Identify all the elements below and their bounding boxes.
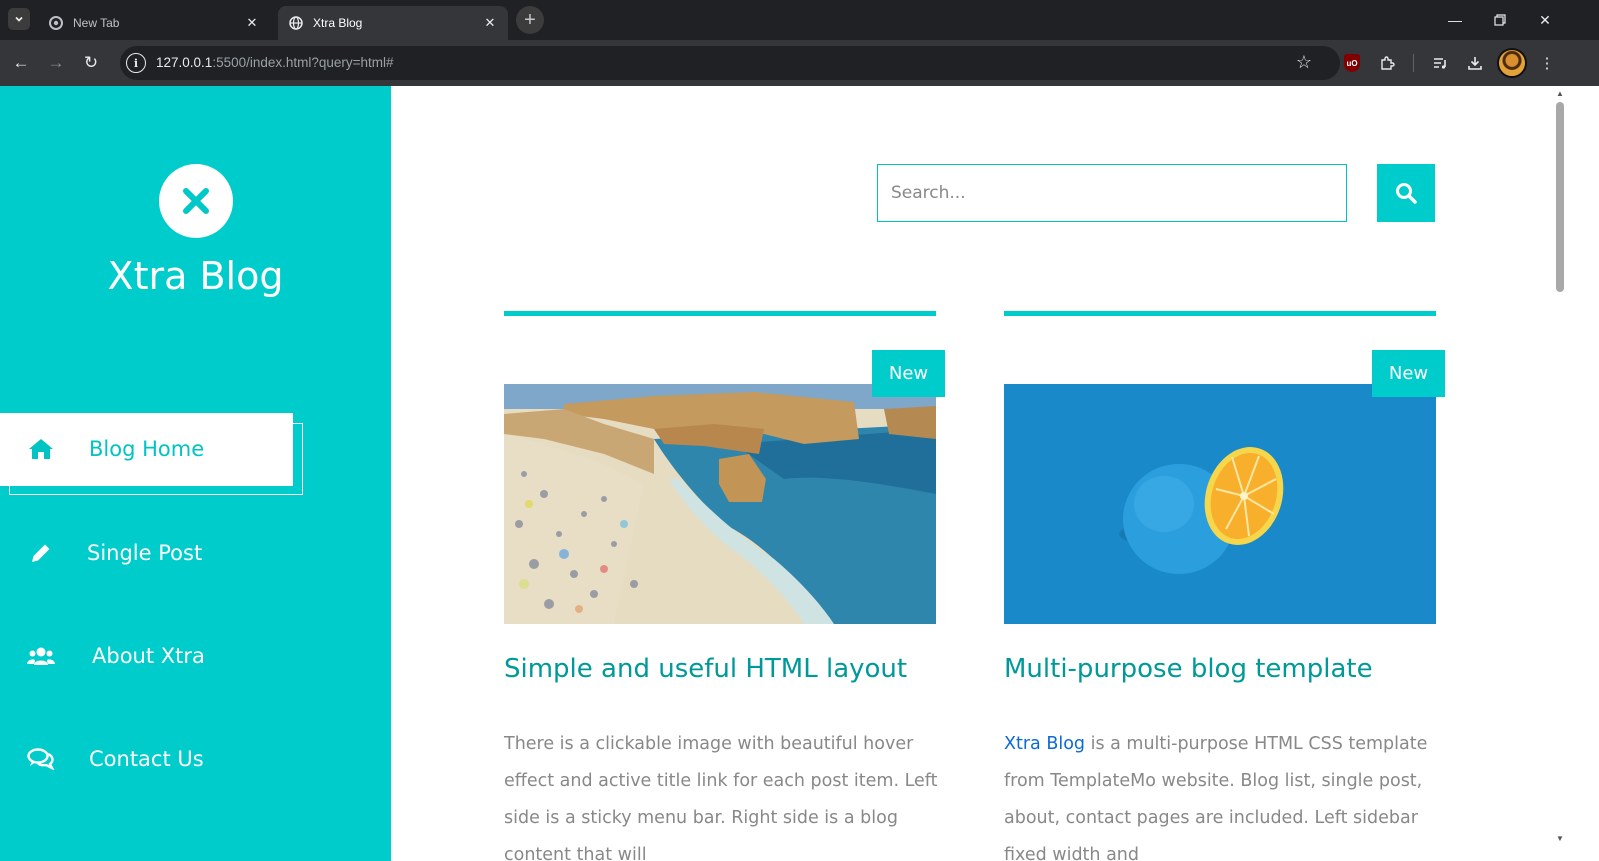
pencil-icon	[27, 539, 55, 567]
post-divider	[1004, 311, 1436, 316]
forward-button[interactable]: →	[41, 48, 71, 78]
sidebar: Xtra Blog Blog Home Single Post About Xt…	[0, 86, 391, 861]
nav-item-about-xtra[interactable]: About Xtra	[0, 620, 391, 692]
close-x-icon	[183, 188, 209, 214]
post-image-beach[interactable]	[504, 384, 936, 624]
close-tab-icon[interactable]: ✕	[244, 15, 260, 31]
url-text[interactable]: 127.0.0.1:5500/index.html?query=html#	[156, 55, 394, 70]
minimize-icon: —	[1448, 12, 1462, 28]
tab-title: Xtra Blog	[313, 16, 363, 30]
new-badge: New	[1372, 350, 1445, 397]
post-title-link[interactable]: Multi-purpose blog template	[1004, 654, 1373, 684]
post-title-link[interactable]: Simple and useful HTML layout	[504, 654, 907, 684]
nav-label: About Xtra	[92, 644, 205, 668]
comments-icon	[27, 745, 55, 773]
profile-avatar[interactable]	[1497, 48, 1527, 78]
chrome-icon	[48, 15, 64, 31]
download-icon	[1468, 57, 1482, 70]
window-edge	[1568, 86, 1599, 861]
new-tab-button[interactable]: +	[516, 6, 544, 34]
post-excerpt: Xtra Blog is a multi-purpose HTML CSS te…	[1004, 726, 1444, 861]
nav-item-blog-home[interactable]: Blog Home	[0, 413, 391, 485]
site-title[interactable]: Xtra Blog	[0, 254, 391, 298]
post-excerpt: There is a clickable image with beautifu…	[504, 734, 938, 861]
nav-label: Single Post	[87, 541, 203, 565]
close-tab-icon[interactable]: ✕	[482, 15, 498, 31]
nav-item-contact-us[interactable]: Contact Us	[0, 723, 391, 795]
browser-menu-button[interactable]: ⋮	[1534, 50, 1560, 76]
close-window-button[interactable]: ✕	[1522, 0, 1568, 40]
scrollbar-thumb[interactable]	[1556, 102, 1564, 292]
more-vert-icon: ⋮	[1539, 55, 1555, 72]
browser-toolbar: ← → ↻ i 127.0.0.1:5500/index.html?query=…	[0, 40, 1599, 86]
media-controls-button[interactable]	[1427, 50, 1453, 76]
scroll-down-icon[interactable]: ▼	[1556, 834, 1564, 843]
nav-item-single-post[interactable]: Single Post	[0, 517, 391, 589]
downloads-button[interactable]	[1462, 50, 1488, 76]
back-button[interactable]: ←	[6, 48, 36, 78]
ublock-icon: uO	[1344, 54, 1360, 72]
toolbar-divider	[1413, 54, 1414, 72]
users-icon	[27, 642, 55, 670]
site-info-icon[interactable]: i	[126, 53, 146, 73]
restore-icon	[1494, 14, 1506, 26]
nav-label: Contact Us	[89, 747, 204, 771]
search-input[interactable]	[877, 164, 1347, 222]
minimize-button[interactable]: —	[1432, 0, 1478, 40]
search-icon	[1396, 183, 1417, 204]
arrow-right-icon: →	[47, 53, 65, 72]
post-divider	[504, 311, 936, 316]
nav-label: Blog Home	[89, 437, 205, 461]
new-badge: New	[872, 350, 945, 397]
media-queue-icon	[1434, 58, 1446, 69]
scroll-up-icon[interactable]: ▲	[1556, 89, 1564, 98]
tab-xtra-blog[interactable]: Xtra Blog ✕	[278, 6, 508, 40]
tab-search-button[interactable]	[8, 8, 30, 30]
main-content: New	[391, 86, 1553, 861]
extensions-button[interactable]	[1374, 50, 1400, 76]
puzzle-icon	[1381, 56, 1395, 70]
globe-icon	[288, 15, 304, 31]
plus-icon: +	[524, 8, 536, 31]
page-scrollbar[interactable]: ▲ ▼	[1553, 86, 1568, 861]
tab-title: New Tab	[73, 16, 120, 30]
post-image-orange[interactable]	[1004, 384, 1436, 624]
xtra-blog-link[interactable]: Xtra Blog	[1004, 734, 1085, 754]
tab-new-tab[interactable]: New Tab ✕	[38, 6, 270, 40]
home-icon	[27, 435, 55, 463]
close-icon: ✕	[1539, 11, 1551, 28]
restore-button[interactable]	[1477, 0, 1523, 40]
address-bar[interactable]: i 127.0.0.1:5500/index.html?query=html# …	[120, 46, 1340, 80]
browser-tab-bar: New Tab ✕ Xtra Blog ✕ + — ✕	[0, 0, 1599, 40]
search-button[interactable]	[1377, 164, 1435, 222]
reload-icon: ↻	[83, 53, 99, 72]
arrow-left-icon: ←	[12, 53, 30, 72]
ublock-extension-button[interactable]: uO	[1339, 50, 1365, 76]
chevron-down-icon	[15, 16, 23, 22]
reload-button[interactable]: ↻	[76, 48, 106, 78]
site-logo[interactable]	[159, 164, 233, 238]
bookmark-star-icon[interactable]: ☆	[1296, 52, 1312, 73]
